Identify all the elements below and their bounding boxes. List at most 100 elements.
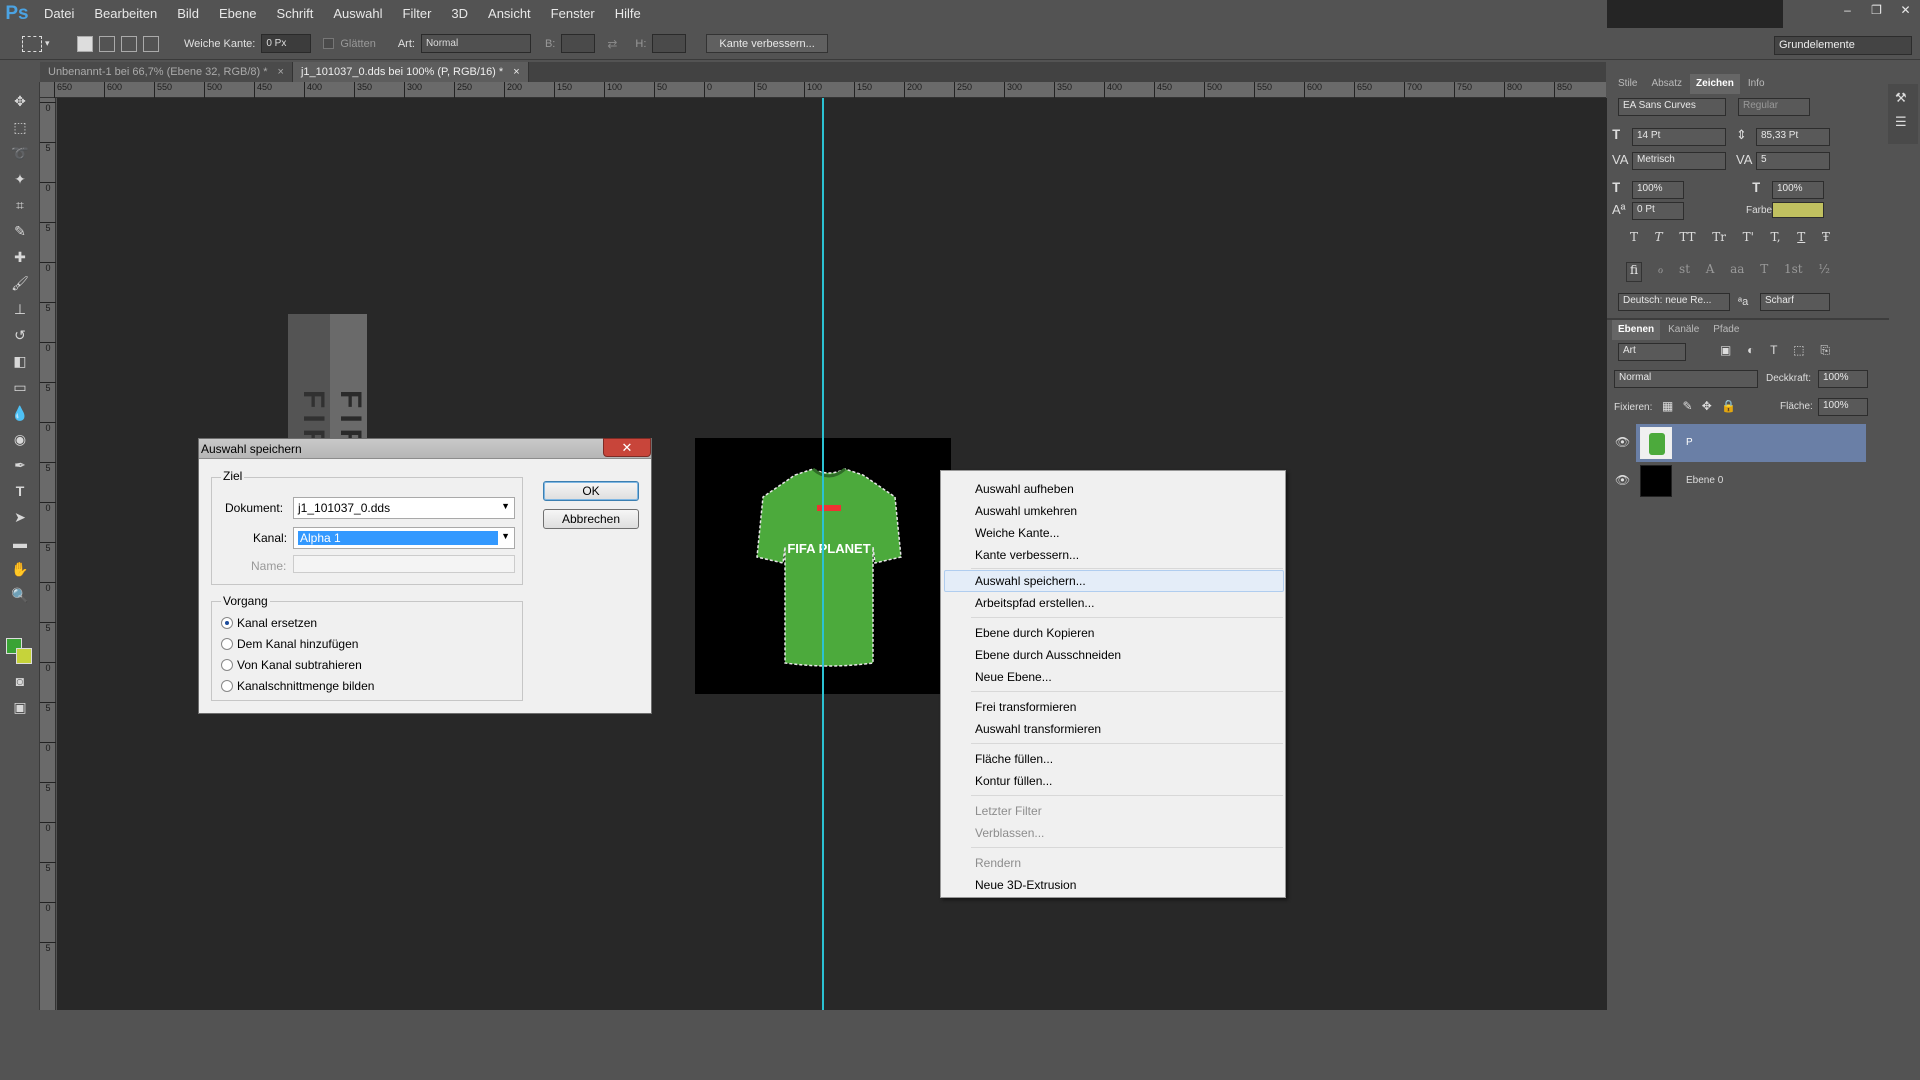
superscript-button[interactable]: T' [1743,230,1754,250]
menu-item-refine-edge[interactable]: Kante verbessern... [975,544,1079,566]
vertical-scale-input[interactable]: 100% [1632,181,1684,199]
dodge-tool-icon[interactable]: ◉ [8,428,32,450]
tool-presets-icon[interactable]: ⚒ [1895,90,1907,106]
ordinals-button[interactable]: 1st [1784,262,1803,282]
stylistic-alternates-button[interactable]: st [1679,262,1690,282]
fractions-button[interactable]: ½ [1818,262,1830,282]
crop-tool-icon[interactable]: ⌗ [8,194,32,216]
eye-icon[interactable]: 👁 [1615,473,1630,487]
tab-absatz[interactable]: Absatz [1645,74,1688,94]
smart-object-filter-icon[interactable]: ⎘ [1820,343,1830,361]
faux-italic-button[interactable]: T [1655,230,1663,250]
marquee-tool-icon[interactable]: ⬚ [8,116,32,138]
soft-edge-input[interactable]: 0 Px [261,34,312,53]
width-input[interactable] [561,34,596,53]
radio-intersect-channel[interactable]: Kanalschnittmenge bilden [221,679,374,693]
shape-filter-icon[interactable]: ⬚ [1793,343,1804,361]
menu-item-feather[interactable]: Weiche Kante... [975,522,1060,544]
path-select-icon[interactable]: ➤ [8,506,32,528]
opacity-input[interactable]: 100% [1818,370,1868,388]
radio-subtract-channel[interactable]: Von Kanal subtrahieren [221,658,362,672]
new-selection-icon[interactable] [77,35,93,52]
baseline-shift-input[interactable]: 0 Pt [1632,202,1684,220]
kerning-select[interactable]: Metrisch [1632,152,1726,170]
underline-button[interactable]: T [1797,230,1805,250]
type-filter-icon[interactable]: T [1770,343,1777,361]
workspace-select[interactable]: Grundelemente [1774,36,1912,55]
tracking-select[interactable]: 5 [1756,152,1830,170]
fill-input[interactable]: 100% [1818,398,1868,416]
text-color-swatch[interactable] [1772,202,1824,218]
subscript-button[interactable]: T, [1771,230,1781,250]
blend-mode-select[interactable]: Normal [1614,370,1758,388]
all-caps-button[interactable]: TT [1679,230,1695,250]
refine-edge-button[interactable]: Kante verbessern... [706,34,828,53]
tab-pfade[interactable]: Pfade [1707,320,1745,340]
dialog-close-button[interactable]: ✕ [603,438,651,457]
menu-schrift[interactable]: Schrift [267,0,324,28]
lock-transparency-icon[interactable]: ▦ [1662,399,1673,413]
background-color-swatch[interactable] [16,648,32,664]
close-icon[interactable]: × [513,62,519,82]
menu-ansicht[interactable]: Ansicht [478,0,541,28]
pen-tool-icon[interactable]: ✒ [8,454,32,476]
menu-item-new-3d-extrusion[interactable]: Neue 3D-Extrusion [975,874,1076,896]
type-tool-icon[interactable]: T [8,480,32,502]
lock-all-icon[interactable]: 🔒 [1721,399,1736,413]
radio-add-channel[interactable]: Dem Kanal hinzufügen [221,637,358,651]
healing-brush-icon[interactable]: ✚ [8,246,32,268]
brush-tool-icon[interactable]: 🖌 [8,272,32,294]
vertical-guide[interactable] [822,98,824,1010]
close-icon[interactable]: × [278,62,284,82]
magic-wand-icon[interactable]: ✦ [8,168,32,190]
eraser-tool-icon[interactable]: ◧ [8,350,32,372]
menu-item-deselect[interactable]: Auswahl aufheben [975,478,1074,500]
menu-3d[interactable]: 3D [441,0,478,28]
eyedropper-icon[interactable]: ✎ [8,220,32,242]
font-size-select[interactable]: 14 Pt [1632,128,1726,146]
layer-row-ebene-0[interactable]: Ebene 0 [1636,462,1866,500]
layer-filter-select[interactable]: Art [1618,343,1686,361]
zoom-tool-icon[interactable]: 🔍 [8,584,32,606]
menu-item-stroke[interactable]: Kontur füllen... [975,770,1052,792]
menu-item-save-selection[interactable]: Auswahl speichern... [975,570,1086,592]
menu-item-free-transform[interactable]: Frei transformieren [975,696,1076,718]
tab-zeichen[interactable]: Zeichen [1690,74,1740,94]
ornaments-button[interactable]: T [1760,262,1768,282]
gradient-tool-icon[interactable]: ▭ [8,376,32,398]
hand-tool-icon[interactable]: ✋ [8,558,32,580]
menu-fenster[interactable]: Fenster [541,0,605,28]
menu-item-layer-via-copy[interactable]: Ebene durch Kopieren [975,622,1094,644]
tab-info[interactable]: Info [1742,74,1771,94]
height-input[interactable] [652,34,687,53]
adjustment-filter-icon[interactable]: ◐ [1747,343,1754,361]
shape-tool-icon[interactable]: ▬ [8,532,32,554]
menu-ebene[interactable]: Ebene [209,0,267,28]
menu-bearbeiten[interactable]: Bearbeiten [84,0,167,28]
faux-bold-button[interactable]: T [1630,230,1638,250]
menu-bild[interactable]: Bild [167,0,209,28]
style-select[interactable]: Normal [420,34,531,53]
cancel-button[interactable]: Abbrechen [543,509,639,529]
swash-button[interactable]: A [1706,262,1715,282]
lock-pixels-icon[interactable]: ✎ [1683,399,1693,413]
swap-icon[interactable]: ⇄ [607,37,617,51]
horizontal-scale-input[interactable]: 100% [1772,181,1824,199]
dialog-title[interactable]: Auswahl speichern [199,439,651,459]
menu-item-inverse[interactable]: Auswahl umkehren [975,500,1077,522]
tab-ebenen[interactable]: Ebenen [1612,320,1661,340]
menu-item-transform-selection[interactable]: Auswahl transformieren [975,718,1101,740]
chevron-down-icon[interactable]: ▾ [45,38,59,49]
lasso-tool-icon[interactable]: ➰ [8,142,32,164]
subtract-selection-icon[interactable] [121,35,137,52]
strikethrough-button[interactable]: Ŧ [1822,230,1830,250]
marquee-tool-preset-icon[interactable] [22,35,42,52]
language-select[interactable]: Deutsch: neue Re... [1618,293,1730,311]
font-family-select[interactable]: EA Sans Curves [1618,98,1726,116]
menu-item-make-work-path[interactable]: Arbeitspfad erstellen... [975,592,1094,614]
menu-item-layer-via-cut[interactable]: Ebene durch Ausschneiden [975,644,1121,666]
properties-icon[interactable]: ☰ [1895,114,1907,130]
restore-button[interactable]: ❐ [1862,0,1891,20]
antialias-checkbox[interactable] [323,38,335,49]
menu-item-new-layer[interactable]: Neue Ebene... [975,666,1052,688]
